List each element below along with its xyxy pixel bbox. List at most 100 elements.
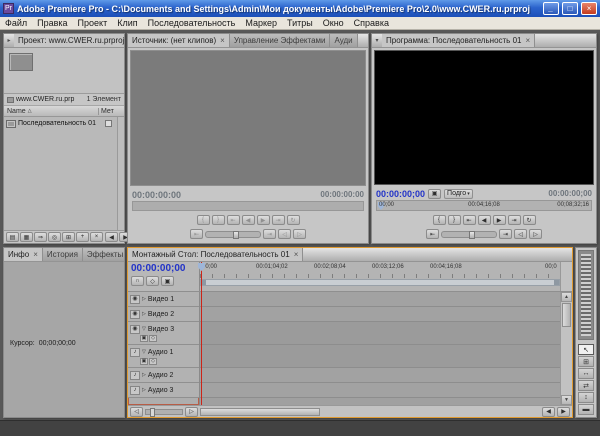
track-header-video2[interactable]: ◉ ▷ Видео 2 bbox=[128, 307, 199, 322]
track-lane-audio1[interactable] bbox=[200, 345, 560, 368]
program-set-in-button[interactable]: { bbox=[432, 215, 446, 225]
speaker-icon[interactable]: ♪ bbox=[130, 370, 140, 380]
scroll-right-button[interactable]: ▶ bbox=[557, 406, 570, 417]
zoom-knob[interactable] bbox=[150, 407, 155, 417]
work-area-right-handle[interactable] bbox=[554, 280, 559, 285]
keyframes-icon[interactable]: ◇ bbox=[149, 334, 157, 342]
track-header-video1[interactable]: ◉ ▽ Видео 3 ▣ ◇ bbox=[128, 322, 199, 345]
maximize-button[interactable]: □ bbox=[562, 2, 578, 15]
scroll-down-icon[interactable]: ▼ bbox=[561, 395, 572, 405]
program-play-button[interactable]: ▶ bbox=[492, 215, 506, 225]
work-area-bar[interactable] bbox=[200, 279, 560, 286]
collapse-icon[interactable]: ▷ bbox=[142, 372, 146, 378]
item-meta-checkbox[interactable] bbox=[105, 120, 112, 127]
menu-help[interactable]: Справка bbox=[349, 18, 394, 28]
tab-close-icon[interactable]: × bbox=[525, 36, 530, 45]
timeline-cti-line[interactable] bbox=[201, 262, 202, 405]
timeline-current-timecode[interactable]: 00:00:00;00 bbox=[131, 263, 196, 274]
fit-dropdown[interactable]: Подго ▾ bbox=[444, 188, 473, 199]
program-jog-right-button[interactable]: ⇥ bbox=[499, 229, 512, 239]
source-set-in-button[interactable]: { bbox=[196, 215, 210, 225]
project-vertical-scrollbar[interactable] bbox=[117, 117, 124, 230]
icon-view-button[interactable]: ▦ bbox=[20, 232, 33, 242]
column-meta-header[interactable]: Мет bbox=[98, 107, 124, 115]
track-header-video3[interactable]: ◉ ▷ Видео 1 bbox=[128, 292, 199, 307]
keyframes-icon[interactable]: ◇ bbox=[149, 357, 157, 365]
find-button[interactable]: ◎ bbox=[48, 232, 61, 242]
chevron-right-icon[interactable]: ▸ bbox=[4, 34, 14, 47]
program-go-to-in-button[interactable]: ⇤ bbox=[462, 215, 476, 225]
source-jog-left-button[interactable]: ⇤ bbox=[190, 229, 203, 239]
menu-sequence[interactable]: Последовательность bbox=[143, 18, 241, 28]
eye-icon[interactable]: ◉ bbox=[130, 324, 140, 334]
collapse-icon[interactable]: ▷ bbox=[142, 311, 146, 317]
tab-project[interactable]: Проект: www.CWER.ru.prproj × bbox=[14, 34, 124, 47]
tab-source[interactable]: Источник: (нет клипов) × bbox=[128, 34, 230, 47]
delete-button[interactable]: × bbox=[90, 232, 103, 242]
automate-to-sequence-button[interactable]: ⇒ bbox=[34, 232, 47, 242]
tab-effect-controls[interactable]: Управление Эффектами bbox=[229, 34, 331, 47]
tab-audio-mixer[interactable]: Ауди bbox=[330, 34, 358, 47]
menu-project[interactable]: Проект bbox=[73, 18, 113, 28]
rate-stretch-tool-button[interactable]: ↕ bbox=[578, 392, 594, 403]
track-content-area[interactable] bbox=[200, 292, 560, 405]
tab-program[interactable]: Программа: Последовательность 01 × bbox=[382, 34, 536, 47]
program-go-to-out-button[interactable]: ⇥ bbox=[507, 215, 521, 225]
new-bin-button[interactable]: ⊞ bbox=[62, 232, 75, 242]
snap-toggle-button[interactable]: ∩ bbox=[131, 276, 144, 286]
minimize-button[interactable]: _ bbox=[543, 2, 559, 15]
program-shuttle-slider[interactable] bbox=[441, 230, 497, 239]
program-mini-ruler[interactable]: 00;00 00:04;16;08 00;08;32;16 bbox=[376, 200, 592, 211]
output-quality-button[interactable]: ▣ bbox=[428, 188, 442, 199]
set-marker-button[interactable]: ◇ bbox=[146, 276, 159, 286]
tab-effects[interactable]: Эффекты bbox=[82, 248, 124, 261]
shuttle-knob[interactable] bbox=[469, 230, 475, 239]
program-step-back-button[interactable]: ◀ bbox=[477, 215, 491, 225]
source-step-back-button[interactable]: ◀ bbox=[241, 215, 255, 225]
eye-icon[interactable]: ◉ bbox=[130, 294, 140, 304]
track-lane-audio2[interactable] bbox=[200, 368, 560, 383]
menu-marker[interactable]: Маркер bbox=[240, 18, 282, 28]
horizontal-scroll-thumb[interactable] bbox=[200, 407, 320, 416]
speaker-icon[interactable]: ♪ bbox=[130, 385, 140, 395]
tab-close-icon[interactable]: × bbox=[33, 250, 38, 259]
display-style-icon[interactable]: ▣ bbox=[140, 334, 148, 342]
chevron-down-icon[interactable]: ▾ bbox=[372, 34, 382, 47]
program-trim-left-button[interactable]: ◁ bbox=[514, 229, 527, 239]
program-current-timecode[interactable]: 00:00:00;00 bbox=[376, 189, 425, 199]
vertical-scroll-thumb[interactable] bbox=[562, 303, 571, 327]
close-button[interactable]: × bbox=[581, 2, 597, 15]
menu-edit[interactable]: Правка bbox=[32, 18, 72, 28]
eye-icon[interactable]: ◉ bbox=[130, 309, 140, 319]
program-trim-right-button[interactable]: ▷ bbox=[529, 229, 542, 239]
zoom-in-button[interactable]: ▷ bbox=[185, 406, 198, 417]
track-header-audio2[interactable]: ♪ ▷ Аудио 2 bbox=[128, 368, 199, 383]
list-item-sequence[interactable]: Последовательность 01 bbox=[4, 117, 117, 130]
source-play-button[interactable]: ▶ bbox=[256, 215, 270, 225]
menu-titles[interactable]: Титры bbox=[282, 18, 318, 28]
source-go-to-in-button[interactable]: ⇤ bbox=[226, 215, 240, 225]
timeline-horizontal-scrollbar[interactable]: ◁ ▷ ◀ ▶ bbox=[128, 405, 572, 417]
source-set-out-button[interactable]: } bbox=[211, 215, 225, 225]
source-jog-right-button[interactable]: ⇥ bbox=[263, 229, 276, 239]
ripple-edit-tool-button[interactable]: ↔ bbox=[578, 368, 594, 379]
tab-history[interactable]: История bbox=[42, 248, 83, 261]
source-scrub-bar[interactable] bbox=[132, 201, 364, 211]
track-header-audio1[interactable]: ♪ ▽ Аудио 1 ▣ ◇ bbox=[128, 345, 199, 368]
program-set-out-button[interactable]: } bbox=[447, 215, 461, 225]
scroll-up-icon[interactable]: ▲ bbox=[561, 292, 572, 302]
track-lane-video2[interactable] bbox=[200, 307, 560, 322]
source-loop-button[interactable]: ↻ bbox=[286, 215, 300, 225]
source-go-to-out-button[interactable]: ⇥ bbox=[271, 215, 285, 225]
program-jog-left-button[interactable]: ⇤ bbox=[426, 229, 439, 239]
timeline-time-ruler[interactable]: 00;00 00:01;04;02 00:02;08;04 00:03;12;0… bbox=[200, 262, 560, 278]
scroll-left-button[interactable]: ◀ bbox=[542, 406, 555, 417]
selection-tool-button[interactable]: ↖ bbox=[578, 344, 594, 355]
razor-tool-button[interactable]: ▬ bbox=[578, 404, 594, 415]
shuttle-knob[interactable] bbox=[233, 230, 239, 239]
collapse-icon[interactable]: ▷ bbox=[142, 296, 146, 302]
column-name-header[interactable]: Name △ bbox=[4, 108, 98, 115]
zoom-out-button[interactable]: ◁ bbox=[130, 406, 143, 417]
scroll-left-button[interactable]: ◀ bbox=[105, 232, 118, 242]
tab-close-icon[interactable]: × bbox=[220, 36, 225, 45]
